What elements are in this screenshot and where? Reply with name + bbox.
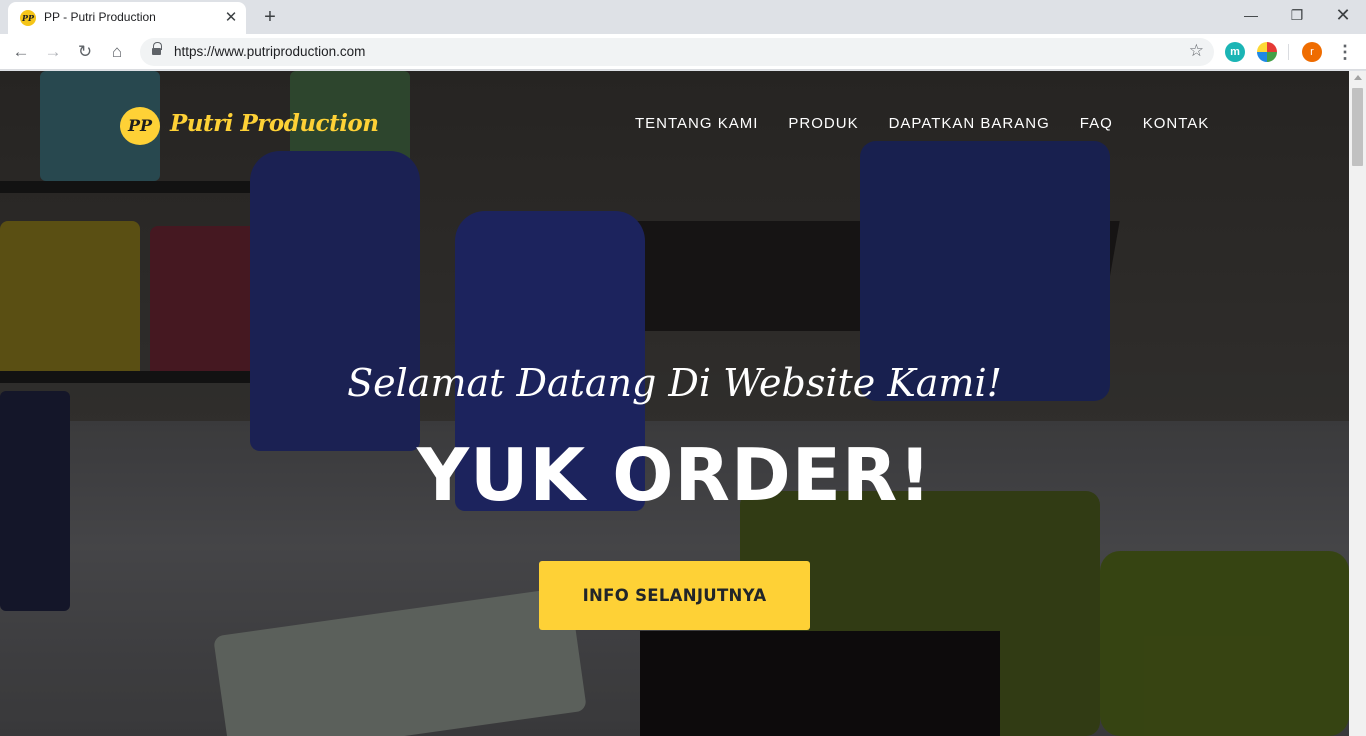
tab-close-icon[interactable]: ✕ (222, 9, 240, 27)
info-selanjutnya-button[interactable]: INFO SELANJUTNYA (539, 561, 810, 630)
window-restore-button[interactable]: ❐ (1274, 0, 1320, 30)
globe-extension-icon[interactable] (1257, 42, 1277, 62)
browser-menu-icon[interactable]: ⋮ (1336, 40, 1354, 64)
browser-tab-strip: PP PP - Putri Production ✕ + — ❐ ✕ (0, 0, 1366, 34)
scrollbar-thumb[interactable] (1352, 88, 1363, 166)
m-extension-icon[interactable]: m (1225, 42, 1245, 62)
scroll-up-arrow-icon[interactable] (1354, 75, 1362, 80)
reload-button[interactable]: ↻ (72, 39, 98, 65)
toolbar-divider (1288, 44, 1289, 60)
forward-button[interactable]: → (40, 39, 66, 65)
hero-subheading: Selamat Datang Di Website Kami! (347, 361, 1002, 405)
brand-name: Putri Production (170, 110, 379, 137)
home-button[interactable]: ⌂ (104, 39, 130, 65)
address-bar[interactable]: https://www.putriproduction.com ☆ (140, 38, 1214, 66)
page-viewport: PP Putri Production TENTANG KAMI PRODUK … (0, 71, 1349, 736)
page-scrollbar[interactable] (1349, 71, 1366, 736)
brand-logo-icon: PP (120, 107, 160, 145)
tab-title: PP - Putri Production (44, 10, 156, 24)
window-minimize-button[interactable]: — (1228, 0, 1274, 30)
nav-link-faq[interactable]: FAQ (1065, 113, 1128, 135)
url-text[interactable]: https://www.putriproduction.com (174, 44, 365, 59)
profile-avatar[interactable]: r (1302, 42, 1322, 62)
browser-tab[interactable]: PP PP - Putri Production ✕ (8, 2, 246, 34)
site-favicon-icon: PP (20, 10, 36, 26)
site-navigation: TENTANG KAMI PRODUK DAPATKAN BARANG FAQ … (620, 113, 1224, 135)
nav-link-kontak[interactable]: KONTAK (1128, 113, 1225, 135)
nav-link-dapatkan-barang[interactable]: DAPATKAN BARANG (874, 113, 1065, 135)
new-tab-button[interactable]: + (258, 6, 282, 28)
back-button[interactable]: ← (8, 39, 34, 65)
browser-toolbar: ← → ↻ ⌂ https://www.putriproduction.com … (0, 34, 1366, 70)
nav-link-produk[interactable]: PRODUK (773, 113, 873, 135)
hero-heading: YUK ORDER! (416, 433, 933, 517)
bookmark-star-icon[interactable]: ☆ (1189, 41, 1204, 61)
lock-icon[interactable] (152, 42, 162, 57)
nav-link-tentang-kami[interactable]: TENTANG KAMI (620, 113, 773, 135)
window-close-button[interactable]: ✕ (1320, 0, 1366, 30)
